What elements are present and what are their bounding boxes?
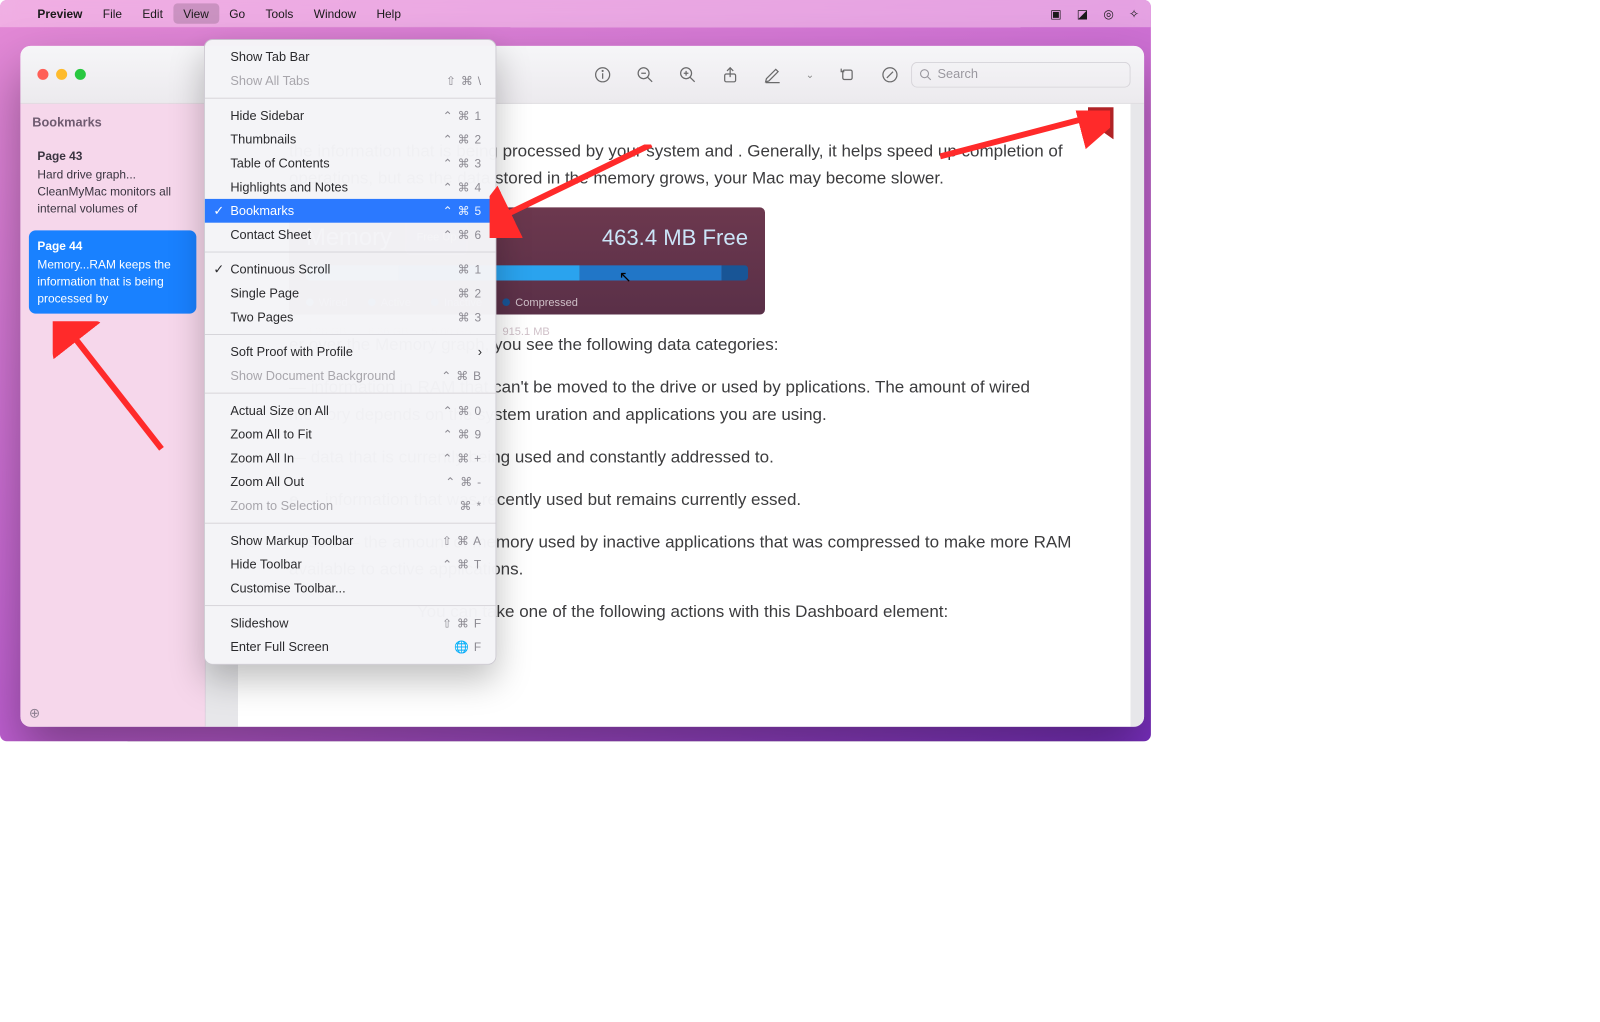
menubar: Preview File Edit View Go Tools Window H… — [0, 0, 1151, 27]
menu-item[interactable]: Thumbnails⌃ ⌘ 2 — [205, 128, 496, 152]
menu-item[interactable]: Zoom All to Fit⌃ ⌘ 9 — [205, 422, 496, 446]
menu-item[interactable]: Zoom All In⌃ ⌘ + — [205, 446, 496, 470]
menu-item[interactable]: Soft Proof with Profile› — [205, 340, 496, 364]
menu-app[interactable]: Preview — [27, 3, 92, 23]
menu-item: Show Document Background⌃ ⌘ B — [205, 364, 496, 388]
memory-free-value: 463.4 MB Free — [602, 224, 748, 251]
menu-item: Show All Tabs⇧ ⌘ \ — [205, 69, 496, 93]
mouse-cursor-icon: ↖ — [619, 264, 632, 291]
menu-item[interactable]: Customise Toolbar... — [205, 576, 496, 600]
status-tray: ▣ ◪ ◎ ✧ — [1050, 6, 1139, 20]
bookmarks-sidebar: Bookmarks Page 43 Hard drive graph... Cl… — [20, 104, 205, 727]
sidebar-title: Bookmarks — [32, 116, 193, 130]
bookmark-text: Hard drive graph... CleanMyMac monitors … — [37, 167, 171, 215]
menu-item[interactable]: Table of Contents⌃ ⌘ 3 — [205, 151, 496, 175]
titlebar: ⌄ Search — [20, 46, 1144, 104]
search-input[interactable]: Search — [911, 62, 1130, 88]
bookmark-text: Memory...RAM keeps the information that … — [37, 258, 170, 306]
menu-item[interactable]: Two Pages⌘ 3 — [205, 305, 496, 329]
share-icon[interactable] — [721, 65, 740, 84]
menu-help[interactable]: Help — [366, 3, 411, 23]
tray-screenshot-icon[interactable]: ◎ — [1103, 6, 1113, 20]
menu-file[interactable]: File — [93, 3, 133, 23]
highlight-menu-chevron-icon[interactable]: ⌄ — [806, 68, 815, 80]
zoom-out-icon[interactable] — [636, 65, 655, 84]
menu-item[interactable]: Highlights and Notes⌃ ⌘ 4 — [205, 175, 496, 199]
info-icon[interactable] — [593, 65, 612, 84]
bookmark-page: Page 44 — [37, 237, 187, 254]
menu-item[interactable]: Show Tab Bar — [205, 45, 496, 69]
sidebar-add-icon[interactable]: ⊕ — [29, 705, 196, 722]
menu-item[interactable]: Hide Toolbar⌃ ⌘ T — [205, 553, 496, 577]
zoom-button[interactable] — [75, 69, 86, 80]
markup-icon[interactable] — [881, 65, 900, 84]
bookmark-item[interactable]: Page 44 Memory...RAM keeps the informati… — [29, 230, 196, 313]
menu-item[interactable]: Single Page⌘ 2 — [205, 281, 496, 305]
tray-dropbox-icon[interactable]: ✧ — [1129, 6, 1139, 20]
menu-item[interactable]: Contact Sheet⌃ ⌘ 6 — [205, 223, 496, 247]
window-controls — [37, 69, 85, 80]
menu-item[interactable]: Slideshow⇧ ⌘ F — [205, 611, 496, 635]
close-button[interactable] — [37, 69, 48, 80]
menu-item[interactable]: Show Markup Toolbar⇧ ⌘ A — [205, 529, 496, 553]
search-placeholder: Search — [938, 67, 978, 81]
rotate-icon[interactable] — [838, 65, 857, 84]
menu-item[interactable]: ✓Continuous Scroll⌘ 1 — [205, 258, 496, 282]
menu-window[interactable]: Window — [304, 3, 367, 23]
menu-item[interactable]: ✓Bookmarks⌃ ⌘ 5 — [205, 199, 496, 223]
menu-view[interactable]: View — [173, 3, 219, 23]
tray-icon[interactable]: ▣ — [1050, 6, 1061, 20]
menu-item[interactable]: Zoom All Out⌃ ⌘ - — [205, 470, 496, 494]
view-menu-dropdown: Show Tab BarShow All Tabs⇧ ⌘ \ Hide Sideb… — [204, 39, 496, 665]
minimize-button[interactable] — [56, 69, 67, 80]
menu-edit[interactable]: Edit — [132, 3, 173, 23]
bookmark-ribbon-icon[interactable] — [1088, 107, 1114, 139]
zoom-in-icon[interactable] — [678, 65, 697, 84]
search-icon — [919, 68, 933, 82]
highlight-icon[interactable] — [763, 65, 782, 84]
menu-go[interactable]: Go — [219, 3, 255, 23]
bookmark-item[interactable]: Page 43 Hard drive graph... CleanMyMac m… — [29, 140, 196, 223]
preview-window: ⌄ Search Bookmarks Page 43 Hard drive gr… — [20, 46, 1144, 727]
menu-tools[interactable]: Tools — [255, 3, 303, 23]
menu-item[interactable]: Enter Full Screen🌐 F — [205, 635, 496, 659]
menu-item: Zoom to Selection⌘ * — [205, 494, 496, 518]
bookmark-page: Page 43 — [37, 147, 187, 164]
tray-icon[interactable]: ◪ — [1077, 6, 1088, 20]
menu-item[interactable]: Actual Size on All⌃ ⌘ 0 — [205, 399, 496, 423]
menu-item[interactable]: Hide Sidebar⌃ ⌘ 1 — [205, 104, 496, 128]
